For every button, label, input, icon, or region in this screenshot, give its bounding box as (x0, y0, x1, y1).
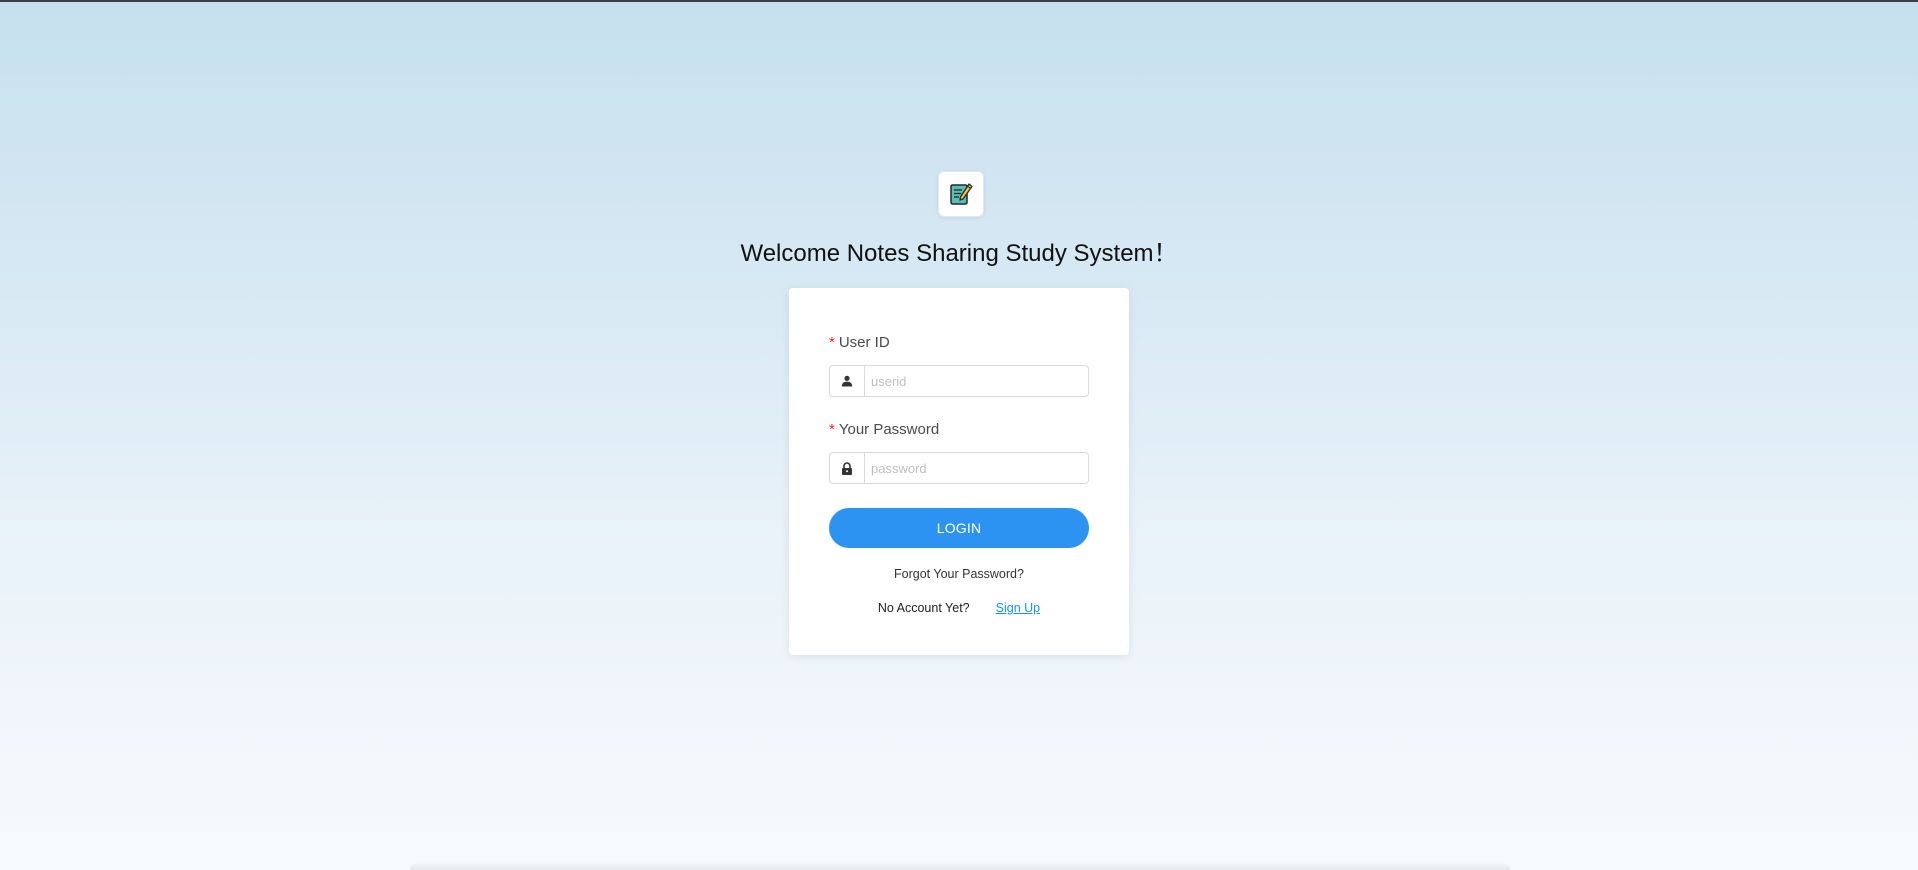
userid-addon (830, 366, 865, 396)
signup-row: No Account Yet? Sign Up (789, 601, 1129, 615)
password-label-text: Your Password (838, 421, 940, 438)
userid-input-group (829, 365, 1089, 397)
password-label: * Your Password (829, 420, 939, 440)
no-account-text: No Account Yet? (877, 601, 970, 615)
bottom-panel-shadow (410, 862, 1510, 870)
required-mark: * (829, 421, 835, 438)
notebook-pencil-icon (950, 183, 973, 205)
userid-label: * User ID (829, 333, 890, 353)
userid-label-text: User ID (838, 334, 890, 351)
lock-icon (842, 461, 852, 475)
required-mark: * (829, 334, 835, 351)
page-title: Welcome Notes Sharing Study System！ (740, 240, 1178, 267)
password-addon (830, 453, 865, 483)
app-logo (938, 171, 984, 217)
forgot-password-link[interactable]: Forgot Your Password? (789, 567, 1129, 581)
userid-input[interactable] (865, 366, 1088, 396)
password-input-group (829, 452, 1089, 484)
password-input[interactable] (865, 453, 1088, 483)
login-card: *User ID *Your Password LOGIN Forgot You… (789, 288, 1129, 655)
window-top-border (0, 0, 1918, 2)
user-icon (841, 375, 853, 387)
signup-link[interactable]: Sign Up (996, 601, 1040, 615)
login-button[interactable]: LOGIN (829, 508, 1089, 548)
